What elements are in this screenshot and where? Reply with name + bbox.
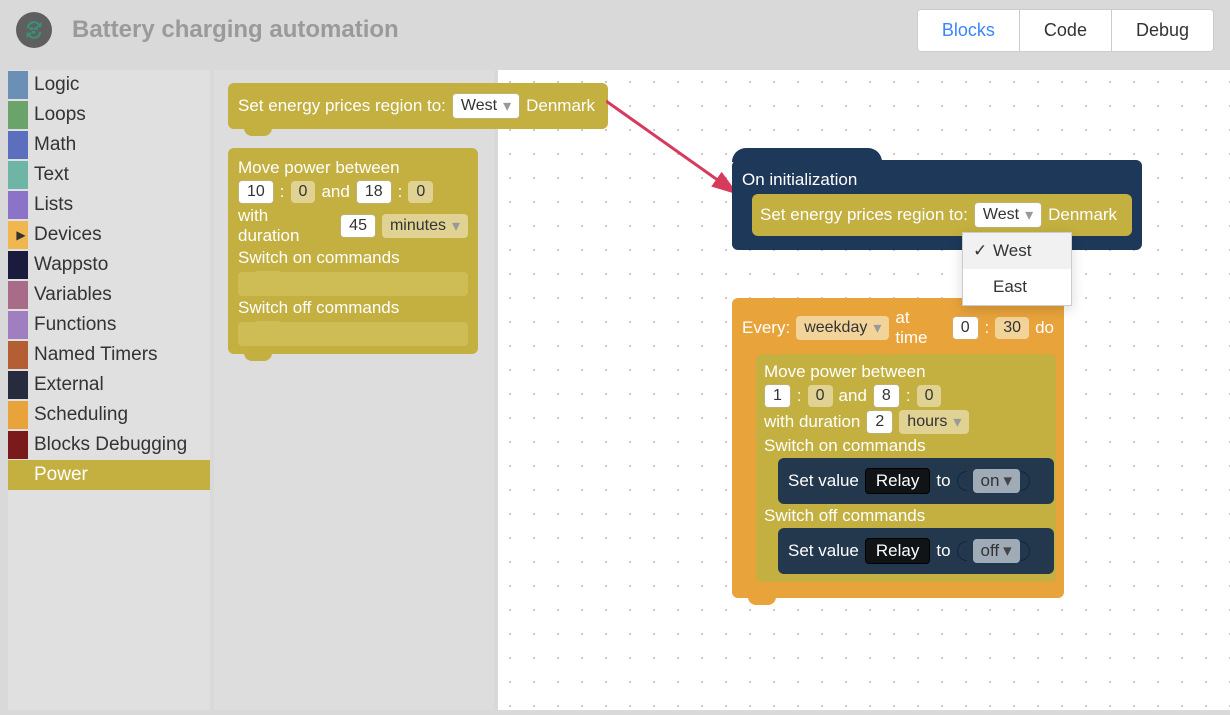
value-target-chip[interactable]: Relay — [865, 468, 930, 494]
time-input[interactable]: 10 — [238, 180, 274, 204]
toolbox-item-text[interactable]: Text — [8, 160, 210, 190]
block-set-region[interactable]: Set energy prices region to: West▾ Denma… — [752, 194, 1132, 236]
time-input[interactable]: 1 — [764, 384, 791, 408]
duration-input[interactable]: 45 — [340, 214, 376, 238]
toolbox-item-label: Logic — [34, 74, 79, 96]
time-input[interactable]: 18 — [356, 180, 392, 204]
toolbox-item-variables[interactable]: Variables — [8, 280, 210, 310]
tab-blocks[interactable]: Blocks — [918, 10, 1020, 51]
label: Set energy prices region to: — [760, 205, 968, 225]
time-input[interactable]: 0 — [808, 385, 833, 407]
label: Denmark — [526, 96, 595, 116]
toolbox-item-power[interactable]: Power — [8, 460, 210, 490]
block-set-value-off[interactable]: Set value Relay to off▾ — [778, 528, 1054, 574]
time-input[interactable]: 0 — [291, 181, 316, 203]
block-move-power-palette[interactable]: Move power between 10 : 0 and 18 : 0 wit… — [228, 148, 478, 354]
value-state-dropdown[interactable]: on▾ — [973, 469, 1020, 493]
label: Switch off commands — [238, 298, 399, 318]
toolbox-item-math[interactable]: Math — [8, 130, 210, 160]
label: On initialization — [742, 170, 857, 190]
block-move-power[interactable]: Move power between 1 : 0 and 8 : 0 with … — [756, 354, 1056, 582]
duration-input[interactable]: 2 — [866, 410, 893, 434]
toolbox-item-logic[interactable]: Logic — [8, 70, 210, 100]
label: Denmark — [1048, 205, 1117, 225]
label: Move power between — [764, 362, 926, 382]
toolbox-item-label: Math — [34, 134, 76, 156]
block-schedule[interactable]: Every: weekday▾ at time 0 : 30 do Move p… — [732, 298, 1064, 598]
hour-input[interactable]: 0 — [952, 316, 979, 340]
label: Move power between — [238, 158, 400, 178]
toolbox-item-blocks-debugging[interactable]: Blocks Debugging — [8, 430, 210, 460]
dropdown-option[interactable]: West — [963, 233, 1071, 269]
label: Switch on commands — [238, 248, 400, 268]
label: Switch on commands — [764, 436, 926, 456]
toolbox-item-label: Power — [34, 464, 88, 486]
toolbox-item-loops[interactable]: Loops — [8, 100, 210, 130]
region-dropdown-menu[interactable]: West East — [962, 232, 1072, 306]
toolbox-item-named-timers[interactable]: Named Timers — [8, 340, 210, 370]
block-on-initialization[interactable]: On initialization Set energy prices regi… — [732, 160, 1142, 250]
minute-input[interactable]: 30 — [995, 317, 1029, 339]
toolbox-item-wappsto[interactable]: Wappsto — [8, 250, 210, 280]
label: Set value — [788, 541, 859, 561]
view-tabs: Blocks Code Debug — [917, 9, 1214, 52]
label: do — [1035, 318, 1054, 338]
statement-slot[interactable] — [238, 322, 468, 346]
block-set-region-palette[interactable]: Set energy prices region to: West▾ Denma… — [228, 83, 608, 129]
value-target-chip[interactable]: Relay — [865, 538, 930, 564]
label: Set value — [788, 471, 859, 491]
label: Every: — [742, 318, 790, 338]
chevron-right-icon: ▶ — [12, 228, 30, 242]
toolbox-item-scheduling[interactable]: Scheduling — [8, 400, 210, 430]
toolbox-item-label: Scheduling — [34, 404, 128, 426]
refresh-icon — [23, 19, 45, 41]
toolbox-item-external[interactable]: External — [8, 370, 210, 400]
toolbox-item-label: Devices — [34, 224, 102, 246]
time-input[interactable]: 0 — [408, 181, 433, 203]
tab-debug[interactable]: Debug — [1112, 10, 1213, 51]
toolbox-item-label: External — [34, 374, 104, 396]
block-set-value-on[interactable]: Set value Relay to on▾ — [778, 458, 1054, 504]
toolbox-item-label: Functions — [34, 314, 116, 336]
toolbox-item-label: Blocks Debugging — [34, 434, 187, 456]
page-title: Battery charging automation — [72, 16, 917, 44]
tab-code[interactable]: Code — [1020, 10, 1112, 51]
toolbox: Logic Loops Math Text Lists ▶ Devices Wappsto Va… — [8, 70, 210, 710]
label: at time — [895, 308, 945, 348]
toolbox-item-devices[interactable]: ▶ Devices — [8, 220, 210, 250]
region-dropdown[interactable]: West▾ — [974, 202, 1042, 228]
duration-unit-dropdown[interactable]: minutes▾ — [382, 214, 468, 238]
toolbox-item-label: Text — [34, 164, 69, 186]
label: Switch off commands — [764, 506, 925, 526]
toolbox-item-label: Loops — [34, 104, 86, 126]
toolbox-item-functions[interactable]: Functions — [8, 310, 210, 340]
toolbox-item-label: Lists — [34, 194, 73, 216]
app-header: Battery charging automation Blocks Code … — [0, 0, 1230, 60]
time-input[interactable]: 0 — [917, 385, 942, 407]
toolbox-item-label: Variables — [34, 284, 112, 306]
region-dropdown[interactable]: West▾ — [452, 93, 520, 119]
value-state-dropdown[interactable]: off▾ — [973, 539, 1020, 563]
time-input[interactable]: 8 — [873, 384, 900, 408]
schedule-mode-dropdown[interactable]: weekday▾ — [796, 316, 889, 340]
toolbox-item-label: Named Timers — [34, 344, 158, 366]
duration-unit-dropdown[interactable]: hours▾ — [899, 410, 969, 434]
toolbox-item-lists[interactable]: Lists — [8, 190, 210, 220]
dropdown-option[interactable]: East — [963, 269, 1071, 305]
statement-slot[interactable] — [238, 272, 468, 296]
app-logo — [16, 12, 52, 48]
toolbox-item-label: Wappsto — [34, 254, 108, 276]
label: Set energy prices region to: — [238, 96, 446, 116]
